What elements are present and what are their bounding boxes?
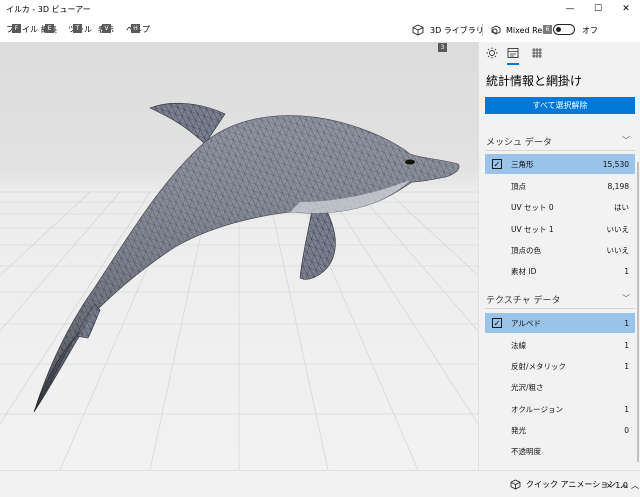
3d-library-label: 3D ライブラリ — [430, 25, 484, 35]
3d-viewport[interactable] — [0, 42, 478, 470]
row-label: アルベド — [511, 318, 541, 328]
mesh-section-header[interactable]: メッシュ データ ﹀ — [486, 135, 634, 148]
section-divider — [485, 308, 635, 309]
chevron-up-icon: ︿ — [630, 481, 639, 490]
mixed-reality-icon — [491, 25, 501, 35]
row-label: 発光 — [511, 425, 526, 435]
scene-canvas[interactable] — [0, 42, 478, 470]
tab-grid[interactable] — [530, 46, 544, 60]
quick-animation-label: クイック アニメーション — [526, 480, 617, 489]
row-label: 三角形 — [511, 159, 534, 169]
row-value: 1 — [624, 361, 629, 371]
texture-section-title: テクスチャ データ — [486, 296, 561, 306]
mixed-reality-button[interactable]: Mixed Reality — [490, 18, 548, 42]
animation-icon — [510, 479, 521, 490]
row-value: いいえ — [606, 224, 630, 234]
row-value: 8,198 — [607, 181, 629, 191]
maximize-button[interactable]: ☐ — [584, 0, 612, 18]
row-label: 頂点 — [511, 181, 526, 191]
keytip-help: H — [131, 24, 140, 33]
texture-row-metallic[interactable]: 反射/メタリック 1 — [485, 356, 635, 376]
texture-section-header[interactable]: テクスチャ データ ﹀ — [486, 293, 634, 306]
row-value: 0 — [624, 425, 629, 435]
row-value: 1 — [624, 404, 629, 414]
active-tab-indicator — [507, 63, 519, 65]
row-label: 素材 ID — [511, 266, 537, 276]
chevron-down-icon: ﹀ — [622, 136, 630, 145]
toolbar-divider — [482, 24, 483, 36]
row-label: 光沢/粗さ — [511, 382, 544, 392]
mesh-row-uv0[interactable]: UV セット 0 はい — [485, 197, 635, 217]
title-bar: イルカ - 3D ビューアー — ☐ ✕ — [0, 0, 640, 18]
row-label: 反射/メタリック — [511, 361, 567, 371]
toggle-knob — [556, 26, 561, 32]
row-value: いいえ — [606, 245, 630, 255]
dolphin-eye — [405, 159, 415, 165]
keytip-tools: T — [73, 24, 82, 33]
texture-row-albedo[interactable]: ✓ アルベド 1 — [485, 313, 635, 333]
row-label: 不透明度 — [511, 446, 541, 456]
row-label: UV セット 1 — [511, 224, 554, 234]
keytip-view: V — [102, 24, 111, 33]
chevron-down-icon: ﹀ — [622, 294, 630, 303]
mesh-row-triangles[interactable]: ✓ 三角形 15,530 — [485, 154, 635, 174]
dolphin-model[interactable] — [33, 102, 460, 413]
cube-icon — [412, 24, 424, 36]
mesh-row-material-id[interactable]: 素材 ID 1 — [485, 261, 635, 281]
mesh-row-uv1[interactable]: UV セット 1 いいえ — [485, 219, 635, 239]
tab-stats[interactable] — [506, 46, 520, 60]
texture-row-occlusion[interactable]: オクルージョン 1 — [485, 399, 635, 419]
row-value: 1 — [624, 318, 629, 328]
keytip-file: F — [12, 24, 21, 33]
panel-title: 統計情報と網掛け — [486, 74, 583, 88]
3d-library-button[interactable]: 3D ライブラリ — [412, 18, 484, 42]
mesh-row-vertex-color[interactable]: 頂点の色 いいえ — [485, 240, 635, 260]
menu-file[interactable]: ファイル — [6, 24, 38, 35]
texture-row-opacity[interactable]: 不透明度 — [485, 441, 635, 461]
deselect-all-button[interactable]: すべて選択解除 — [485, 97, 635, 114]
mixed-reality-label: Mixed Reality — [506, 25, 548, 35]
panel-scrollbar[interactable] — [637, 162, 639, 462]
stats-panel: 統計情報と網掛け すべて選択解除 メッシュ データ ﹀ ✓ 三角形 15,530… — [478, 42, 640, 470]
speed-selector[interactable]: × 1.0 ︿ — [606, 480, 639, 491]
minimize-button[interactable]: — — [556, 0, 584, 18]
keytip-mixed-reality: 6 — [543, 25, 552, 34]
section-divider — [485, 150, 635, 151]
mixed-reality-toggle[interactable] — [553, 24, 575, 35]
panel-tabs — [479, 42, 640, 66]
checkbox[interactable]: ✓ — [492, 318, 502, 328]
window-title: イルカ - 3D ビューアー — [6, 4, 91, 14]
sun-icon — [486, 47, 498, 59]
keytip-edit: E — [45, 24, 54, 33]
checkbox[interactable]: ✓ — [492, 159, 502, 169]
row-label: 頂点の色 — [511, 245, 541, 255]
mesh-section-title: メッシュ データ — [486, 138, 552, 148]
tab-lighting[interactable] — [485, 46, 499, 60]
row-value: 15,530 — [602, 159, 629, 169]
stats-icon — [507, 48, 519, 58]
toggle-state-label: オフ — [582, 26, 598, 35]
mesh-row-vertices[interactable]: 頂点 8,198 — [485, 176, 635, 196]
speed-value: × 1.0 — [606, 481, 628, 490]
close-button[interactable]: ✕ — [612, 0, 640, 18]
row-label: オクルージョン — [511, 404, 563, 414]
texture-row-emissive[interactable]: 発光 0 — [485, 420, 635, 440]
texture-row-normal[interactable]: 法線 1 — [485, 335, 635, 355]
row-label: UV セット 0 — [511, 202, 554, 212]
row-value: はい — [614, 202, 629, 212]
row-label: 法線 — [511, 340, 526, 350]
keytip-library: 3 — [438, 43, 447, 52]
row-value: 1 — [624, 340, 629, 350]
texture-row-roughness[interactable]: 光沢/粗さ — [485, 377, 635, 397]
status-bar: クイック アニメーション ︿ × 1.0 ︿ — [0, 470, 640, 497]
row-value: 1 — [624, 266, 629, 276]
grid-icon — [532, 48, 542, 58]
